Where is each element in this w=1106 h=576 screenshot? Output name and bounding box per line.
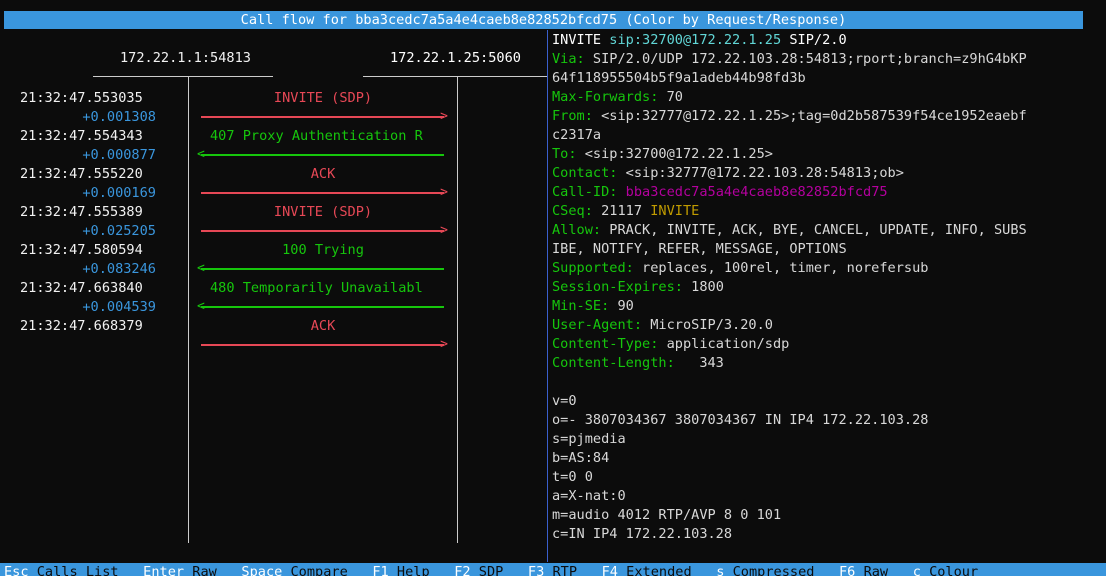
host-right: 172.22.1.25:5060 <box>390 50 521 66</box>
header-to: To: <sip:32700@172.22.1.25> <box>552 146 773 162</box>
sdp-line: a=X-nat:0 <box>552 488 626 504</box>
flow-time: 21:32:47.554343 <box>20 128 143 144</box>
header-allow: Allow: PRACK, INVITE, ACK, BYE, CANCEL, … <box>552 222 1027 238</box>
lifeline-right <box>457 77 458 543</box>
key-s[interactable]: s Compressed <box>716 564 814 576</box>
flow-message[interactable]: INVITE (SDP) <box>200 203 446 222</box>
flow-message[interactable]: 100 Trying <box>200 241 446 260</box>
key-c[interactable]: c Colour <box>913 564 978 576</box>
key-f6[interactable]: F6 Raw <box>839 564 888 576</box>
lifeline-left <box>188 77 189 543</box>
header-call-id: Call-ID: bba3cedc7a5a4e4caeb8e82852bfcd7… <box>552 184 888 200</box>
key-f3[interactable]: F3 RTP <box>528 564 577 576</box>
window-title: Call flow for bba3cedc7a5a4e4caeb8e82852… <box>240 12 847 28</box>
header-allow-cont: IBE, NOTIFY, REFER, MESSAGE, OPTIONS <box>552 241 847 257</box>
arrow-right[interactable]: > <box>201 185 448 200</box>
header-max-forwards: Max-Forwards: 70 <box>552 89 683 105</box>
arrow-left[interactable]: < <box>197 261 444 276</box>
header-min-se: Min-SE: 90 <box>552 298 634 314</box>
flow-time: 21:32:47.555389 <box>20 204 143 220</box>
sdp-line: m=audio 4012 RTP/AVP 8 0 101 <box>552 507 782 523</box>
flow-delta: +0.025205 <box>82 223 156 239</box>
key-esc[interactable]: Esc Calls List <box>4 564 119 576</box>
key-f2[interactable]: F2 SDP <box>454 564 503 576</box>
keybindings: Esc Calls List Enter Raw Space Compare F… <box>4 563 978 576</box>
sdp-line: b=AS:84 <box>552 450 610 466</box>
host-right-underline <box>363 76 547 77</box>
flow-delta: +0.000169 <box>82 185 156 201</box>
arrowhead-left-icon: < <box>197 299 205 314</box>
header-user-agent: User-Agent: MicroSIP/3.20.0 <box>552 317 773 333</box>
flow-delta: +0.004539 <box>82 299 156 315</box>
header-session-expires: Session-Expires: 1800 <box>552 279 724 295</box>
flow-time: 21:32:47.580594 <box>20 242 143 258</box>
key-enter[interactable]: Enter Raw <box>143 564 217 576</box>
flow-delta: +0.083246 <box>82 261 156 277</box>
host-left: 172.22.1.1:54813 <box>120 50 251 66</box>
header-cseq: CSeq: 21117 INVITE <box>552 203 700 219</box>
key-f4[interactable]: F4 Extended <box>602 564 692 576</box>
arrowhead-left-icon: < <box>197 261 205 276</box>
header-via: Via: SIP/2.0/UDP 172.22.103.28:54813;rpo… <box>552 51 1027 67</box>
arrowhead-right-icon: > <box>440 223 448 238</box>
host-left-underline <box>93 76 273 77</box>
key-f1[interactable]: F1 Help <box>372 564 429 576</box>
header-from: From: <sip:32777@172.22.1.25>;tag=0d2b58… <box>552 108 1027 124</box>
header-supported: Supported: replaces, 100rel, timer, nore… <box>552 260 929 276</box>
header-content-type: Content-Type: application/sdp <box>552 336 790 352</box>
flow-time: 21:32:47.553035 <box>20 90 143 106</box>
flow-time: 21:32:47.555220 <box>20 166 143 182</box>
arrow-left[interactable]: < <box>197 147 444 162</box>
header-contact: Contact: <sip:32777@172.22.103.28:54813;… <box>552 165 904 181</box>
sdp-line: o=- 3807034367 3807034367 IN IP4 172.22.… <box>552 412 929 428</box>
flow-message[interactable]: INVITE (SDP) <box>200 89 446 108</box>
flow-message[interactable]: ACK <box>200 165 446 184</box>
flow-delta: +0.000877 <box>82 147 156 163</box>
panel-divider <box>547 30 548 562</box>
arrowhead-left-icon: < <box>197 147 205 162</box>
flow-message[interactable]: 407 Proxy Authentication R <box>200 127 446 146</box>
flow-time: 21:32:47.668379 <box>20 318 143 334</box>
keybindings-bar: Esc Calls List Enter Raw Space Compare F… <box>0 563 1106 576</box>
header-from-cont: c2317a <box>552 127 602 143</box>
header-content-length: Content-Length: 343 <box>552 355 724 371</box>
flow-message[interactable]: ACK <box>200 317 446 336</box>
sdp-line: c=IN IP4 172.22.103.28 <box>552 526 733 542</box>
flow-message[interactable]: 480 Temporarily Unavailabl <box>200 279 446 298</box>
arrow-left[interactable]: < <box>197 299 444 314</box>
arrow-right[interactable]: > <box>201 109 448 124</box>
arrowhead-right-icon: > <box>440 185 448 200</box>
arrow-right[interactable]: > <box>201 223 448 238</box>
flow-delta: +0.001308 <box>82 109 156 125</box>
arrow-right[interactable]: > <box>201 337 448 352</box>
arrowhead-right-icon: > <box>440 109 448 124</box>
sdp-line: v=0 <box>552 393 577 409</box>
flow-time: 21:32:47.663840 <box>20 280 143 296</box>
header-via-cont: 64f118955504b5f9a1adeb44b98fd3b <box>552 70 806 86</box>
key-space[interactable]: Space Compare <box>241 564 347 576</box>
sdp-line: s=pjmedia <box>552 431 626 447</box>
arrowhead-right-icon: > <box>440 337 448 352</box>
sdp-line: t=0 0 <box>552 469 593 485</box>
sngrep-call-flow-window: Call flow for bba3cedc7a5a4e4caeb8e82852… <box>0 0 1106 576</box>
request-line: INVITE sip:32700@172.22.1.25 SIP/2.0 <box>552 32 847 48</box>
